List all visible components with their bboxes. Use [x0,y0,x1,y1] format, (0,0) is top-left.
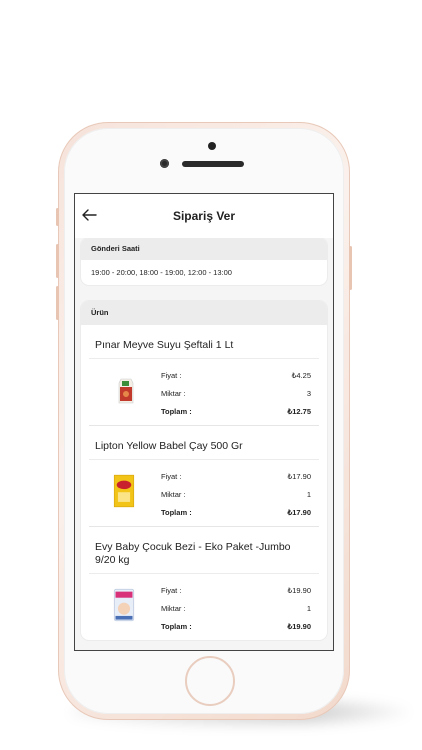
product-detail: Fiyat : ₺17.90 Miktar : 1 Toplam : ₺17.90 [89,460,319,527]
total-value: ₺17.90 [287,508,311,517]
products-heading: Ürün [81,301,327,325]
total-label: Toplam : [161,622,192,631]
juice-carton-icon [118,378,134,404]
quantity-value: 3 [306,389,311,398]
total-value: ₺12.75 [287,407,311,416]
delivery-time-card: Gönderi Saati 19:00 - 20:00, 18:00 - 19:… [81,238,327,285]
price-label: Fiyat : [161,472,182,481]
product-name: Lipton Yellow Babel Çay 500 Gr [89,426,319,460]
price-label: Fiyat : [161,586,182,595]
product-detail: Fiyat : ₺19.90 Miktar : 1 Toplam : ₺19.90 [89,574,319,640]
earpiece-sensor [208,142,216,150]
product-item: Evy Baby Çocuk Bezi - Eko Paket -Jumbo 9… [81,527,327,640]
side-button-top [56,208,59,226]
diaper-pack-icon [113,588,135,622]
product-name: Pınar Meyve Suyu Şeftali 1 Lt [89,325,319,359]
product-item: Lipton Yellow Babel Çay 500 Gr Fiyat : ₺1… [81,426,327,527]
front-camera [160,159,169,168]
side-button-vol-up [56,244,59,278]
app-screen: Sipariş Ver Gönderi Saati 19:00 - 20:00,… [74,193,334,651]
price-value: ₺4.25 [291,371,311,380]
product-name: Evy Baby Çocuk Bezi - Eko Paket -Jumbo 9… [89,527,319,574]
total-label: Toplam : [161,407,192,416]
delivery-time-heading: Gönderi Saati [81,238,327,260]
quantity-value: 1 [306,604,311,613]
home-button[interactable] [185,656,235,706]
side-button-power [349,246,352,290]
price-label: Fiyat : [161,371,182,380]
quantity-label: Miktar : [161,389,186,398]
product-item: Pınar Meyve Suyu Şeftali 1 Lt Fiyat : ₺4.… [81,325,327,426]
quantity-label: Miktar : [161,490,186,499]
quantity-label: Miktar : [161,604,186,613]
quantity-value: 1 [306,490,311,499]
speaker-grill [182,161,244,167]
top-bar: Sipariş Ver [75,194,333,238]
side-button-vol-down [56,286,59,320]
delivery-time-value[interactable]: 19:00 - 20:00, 18:00 - 19:00, 12:00 - 13… [81,260,327,285]
products-card: Ürün Pınar Meyve Suyu Şeftali 1 Lt Fiyat… [81,301,327,640]
tea-box-icon [113,474,135,508]
page-title: Sipariş Ver [172,209,236,223]
product-detail: Fiyat : ₺4.25 Miktar : 3 Toplam : ₺12.75 [89,359,319,426]
total-value: ₺19.90 [287,622,311,631]
total-label: Toplam : [161,508,192,517]
price-value: ₺17.90 [287,472,311,481]
price-value: ₺19.90 [287,586,311,595]
